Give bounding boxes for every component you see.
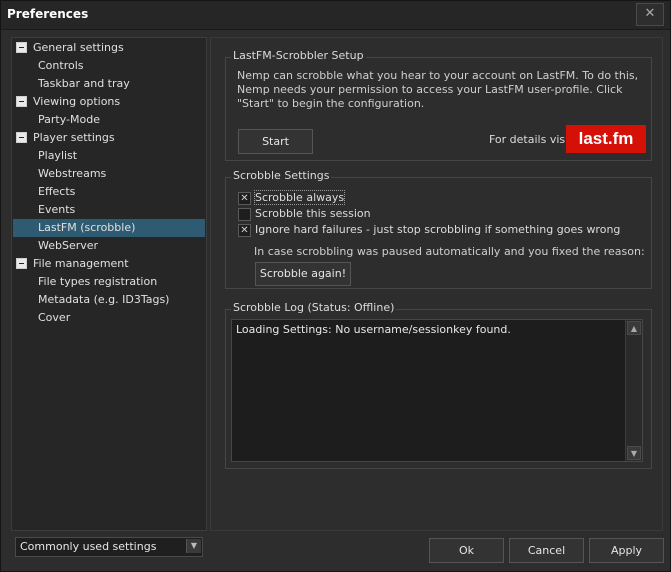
- tree-item-label: Cover: [38, 311, 71, 324]
- tree-item-label: File types registration: [38, 275, 158, 288]
- tree-item-page[interactable]: Metadata (e.g. ID3Tags): [38, 291, 169, 309]
- tree-item-label: General settings: [33, 41, 124, 54]
- tree-item-label: Events: [38, 203, 76, 216]
- lastfm-logo[interactable]: last.fm: [566, 125, 646, 153]
- scroll-up-icon[interactable]: ▲: [627, 321, 641, 335]
- scrobble-session-label[interactable]: Scrobble this session: [255, 207, 371, 220]
- paused-note: In case scrobbling was paused automatica…: [254, 245, 645, 258]
- log-line: Loading Settings: No username/sessionkey…: [236, 323, 511, 336]
- collapse-icon[interactable]: [16, 131, 27, 143]
- tree-item-page[interactable]: LastFM (scrobble): [38, 219, 135, 237]
- tree-item-group[interactable]: General settings: [16, 39, 124, 57]
- close-button[interactable]: ✕: [636, 3, 664, 26]
- preferences-window: Preferences ✕ General settings Controls Ta…: [0, 0, 671, 572]
- tree-item-page[interactable]: Cover: [38, 309, 70, 327]
- tree-item-page[interactable]: Taskbar and tray: [38, 75, 130, 93]
- collapse-icon[interactable]: [16, 95, 27, 107]
- title-bar: Preferences ✕: [1, 1, 670, 30]
- settings-filter-value: Commonly used settings: [20, 540, 157, 553]
- settings-tree[interactable]: General settings Controls Taskbar and tray…: [11, 37, 207, 531]
- tree-item-label: WebServer: [38, 239, 99, 252]
- tree-item-label: Taskbar and tray: [38, 77, 130, 90]
- tree-item-group[interactable]: Viewing options: [16, 93, 120, 111]
- cancel-button[interactable]: Cancel: [509, 538, 584, 563]
- scrobble-log-title: Scrobble Log (Status: Offline): [231, 301, 397, 314]
- scrobble-log-textarea[interactable]: Loading Settings: No username/sessionkey…: [231, 319, 643, 462]
- setup-description: Nemp can scrobble what you hear to your …: [237, 69, 639, 110]
- tree-item-page[interactable]: Webstreams: [38, 165, 106, 183]
- start-button[interactable]: Start: [238, 129, 313, 154]
- tree-item-group[interactable]: File management: [16, 255, 129, 273]
- scrobble-again-button[interactable]: Scrobble again!: [255, 262, 351, 286]
- tree-item-page[interactable]: Party-Mode: [38, 111, 100, 129]
- settings-filter-dropdown[interactable]: Commonly used settings ▼: [15, 537, 203, 557]
- scrobble-always-checkbox[interactable]: ✕: [238, 192, 251, 205]
- tree-item-label: File management: [33, 257, 129, 270]
- tree-item-page[interactable]: Playlist: [38, 147, 77, 165]
- tree-item-page[interactable]: WebServer: [38, 237, 98, 255]
- scrobble-always-label[interactable]: Scrobble always: [253, 190, 346, 205]
- tree-item-label: Party-Mode: [38, 113, 100, 126]
- tree-item-page[interactable]: File types registration: [38, 273, 157, 291]
- setup-group-title: LastFM-Scrobbler Setup: [231, 49, 366, 62]
- scroll-down-icon[interactable]: ▼: [627, 446, 641, 460]
- tree-item-label: LastFM (scrobble): [38, 221, 136, 234]
- ignore-failures-label[interactable]: Ignore hard failures - just stop scrobbl…: [255, 223, 620, 236]
- tree-item-label: Controls: [38, 59, 84, 72]
- tree-item-group[interactable]: Player settings: [16, 129, 115, 147]
- collapse-icon[interactable]: [16, 41, 27, 53]
- tree-item-label: Webstreams: [38, 167, 107, 180]
- collapse-icon[interactable]: [16, 257, 27, 269]
- scrobble-settings-title: Scrobble Settings: [231, 169, 332, 182]
- scrobble-session-checkbox[interactable]: [238, 208, 251, 221]
- window-title: Preferences: [7, 7, 89, 21]
- tree-item-label: Playlist: [38, 149, 78, 162]
- tree-item-page[interactable]: Events: [38, 201, 75, 219]
- tree-item-label: Viewing options: [33, 95, 121, 108]
- log-scrollbar[interactable]: ▲ ▼: [625, 320, 642, 461]
- ok-button[interactable]: Ok: [429, 538, 504, 563]
- tree-item-page[interactable]: Effects: [38, 183, 75, 201]
- tree-item-label: Effects: [38, 185, 76, 198]
- tree-item-page[interactable]: Controls: [38, 57, 84, 75]
- tree-item-label: Player settings: [33, 131, 115, 144]
- chevron-down-icon[interactable]: ▼: [186, 539, 201, 553]
- tree-item-label: Metadata (e.g. ID3Tags): [38, 293, 170, 306]
- apply-button[interactable]: Apply: [589, 538, 664, 563]
- details-label: For details visit: [489, 133, 573, 146]
- ignore-failures-checkbox[interactable]: ✕: [238, 224, 251, 237]
